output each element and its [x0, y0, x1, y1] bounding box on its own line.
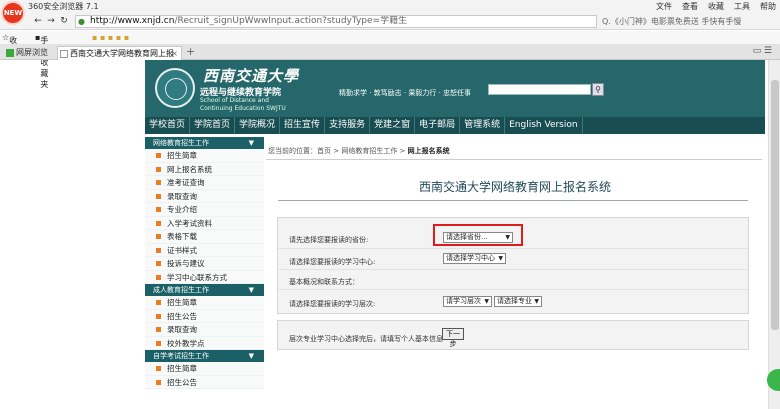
menu-favorites[interactable]: 收藏 — [708, 1, 724, 12]
breadcrumb-current: 网上报名系统 — [407, 147, 450, 155]
url-path: /Recruit_signUpWwwInput.action?studyType… — [174, 16, 408, 26]
menu-file[interactable]: 文件 — [656, 1, 672, 12]
sidebar-group-adult[interactable]: 成人教育招生工作 ▼ — [145, 284, 264, 296]
level-label: 请选择您要报读的学习层次: — [289, 300, 376, 308]
sidebar-item[interactable]: 网上报名系统 — [145, 162, 264, 176]
logo-english-line-1: School of Distance and — [200, 97, 269, 104]
nav-email[interactable]: 电子邮局 — [415, 117, 461, 134]
sidebar-group-selfstudy[interactable]: 自学考试招生工作 ▼ — [145, 350, 264, 362]
secure-icon: ● — [78, 17, 85, 26]
menu-help[interactable]: 帮助 — [760, 1, 776, 12]
refresh-icon[interactable]: ↻ — [58, 15, 70, 27]
tab-page-icon — [60, 50, 68, 58]
sidebar-item[interactable]: 录取查询 — [145, 323, 264, 337]
tab-strip: 网屏浏览 西南交通大学网络教育网上报 × + ▭ ☰ — [0, 44, 780, 60]
sidebar-item[interactable]: 招生简章 — [145, 296, 264, 310]
tab-favicon-icon — [6, 49, 14, 57]
chevron-down-icon: ▼ — [248, 139, 254, 147]
url-input[interactable]: ● http://www.xnjd.cn/Recruit_signUpWwwIn… — [75, 15, 597, 28]
nav-school-home[interactable]: 学校首页 — [145, 117, 191, 134]
address-bar: ← → ↻ ● http://www.xnjd.cn/Recruit_signU… — [0, 13, 780, 30]
province-label: 请先选择您要报读的省份: — [289, 236, 369, 244]
back-icon[interactable]: ← — [32, 15, 44, 27]
menu-bar: 文件 查看 收藏 工具 帮助 — [656, 1, 776, 12]
breadcrumb-path[interactable]: 您当前的位置：首页 > 网络教育招生工作 > — [268, 147, 405, 155]
tab-list-icon[interactable]: ▭ ☰ — [753, 46, 772, 56]
url-host: http://www.xnjd.cn — [90, 16, 175, 26]
menu-tools[interactable]: 工具 — [734, 1, 750, 12]
new-tab-icon[interactable]: + — [186, 45, 195, 58]
browser-search-input[interactable]: Q.《小门神》电影票免费送 手快有手慢 — [602, 15, 778, 28]
next-step-panel: 层次专业学习中心选择完后，请填写个人基本信息 下一步 — [277, 320, 749, 350]
sidebar-item[interactable]: 招生简章 — [145, 362, 264, 376]
folder-icons[interactable]: ▪ ▪ ▪ ▪ ▪ — [92, 33, 129, 42]
page-scrollbar[interactable] — [768, 60, 780, 409]
bookmarks-bar: ☆ 收藏 ▪ 手机收藏夹 ▪ ▪ ▪ ▪ ▪ — [0, 31, 780, 89]
sidebar-item[interactable]: 投诉与建议 — [145, 257, 264, 271]
chevron-down-icon: ▼ — [498, 255, 503, 262]
chevron-down-icon: ▼ — [534, 298, 539, 305]
nav-support[interactable]: 支持服务 — [325, 117, 371, 134]
form-row-center: 请选择您要报读的学习中心: 请选择学习中心 ▼ — [278, 249, 748, 270]
nav-overview[interactable]: 学院概况 — [235, 117, 281, 134]
chevron-down-icon: ▼ — [248, 352, 254, 360]
main-nav: 学校首页 学院首页 学院概况 招生宣传 支持服务 党建之窗 电子邮局 管理系统 … — [145, 117, 765, 134]
menu-view[interactable]: 查看 — [682, 1, 698, 12]
level-select[interactable]: 请学习层次 ▼ — [443, 296, 492, 307]
new-badge-icon[interactable]: NEW — [1, 1, 25, 25]
form-row-basic: 基本概况和联系方式： — [278, 270, 748, 290]
header-motto: 精勤求学 · 敦笃励志 · 果毅力行 · 忠恕任事 — [339, 89, 472, 97]
next-step-note: 层次专业学习中心选择完后，请填写个人基本信息 — [289, 335, 443, 343]
logo-english-line-2: Continuing Education SWJTU — [200, 105, 286, 112]
nav-party[interactable]: 党建之窗 — [370, 117, 416, 134]
app-title: 360安全浏览器 7.1 — [28, 2, 99, 11]
university-seal-icon — [155, 68, 195, 108]
sidebar-group-online[interactable]: 网络教育招生工作 ▼ — [145, 137, 264, 149]
sidebar-item[interactable]: 入学考试资料 — [145, 216, 264, 230]
sidebar-item[interactable]: 表格下载 — [145, 230, 264, 244]
tab-close-icon[interactable]: × — [171, 47, 178, 60]
next-button[interactable]: 下一步 — [442, 328, 464, 348]
page-title: 西南交通大学网络教育网上报名系统 — [418, 180, 611, 194]
chevron-down-icon: ▼ — [484, 298, 489, 305]
nav-management[interactable]: 管理系统 — [460, 117, 506, 134]
divider — [266, 159, 762, 160]
divider — [278, 200, 748, 201]
bookmark-favorites[interactable]: ☆ 收藏 — [2, 33, 17, 56]
sidebar-item[interactable]: 录取查询 — [145, 189, 264, 203]
form-row-level: 请选择您要报读的学习层次: 请学习层次 ▼ 请选择专业 ▼ — [278, 290, 748, 314]
sidebar-item[interactable]: 招生公告 — [145, 375, 264, 389]
center-label: 请选择您要报读的学习中心: — [289, 258, 376, 266]
sidebar-item[interactable]: 招生公告 — [145, 309, 264, 323]
basic-info-label: 基本概况和联系方式： — [289, 278, 359, 286]
site-search-input[interactable] — [488, 84, 591, 95]
title-bar: NEW 360安全浏览器 7.1 文件 查看 收藏 工具 帮助 — [0, 0, 780, 25]
major-select[interactable]: 请选择专业 ▼ — [494, 296, 542, 307]
center-select[interactable]: 请选择学习中心 ▼ — [443, 253, 506, 264]
sidebar-item[interactable]: 学习中心联系方式 — [145, 270, 264, 284]
sidebar-item[interactable]: 招生简章 — [145, 149, 264, 163]
site-header: 西南交通大學 远程与继续教育学院 School of Distance and … — [145, 60, 765, 117]
scroll-thumb[interactable] — [771, 80, 779, 330]
nav-english[interactable]: English Version — [505, 117, 583, 134]
magnifier-icon[interactable]: ⚲ — [592, 83, 604, 96]
sidebar: 网络教育招生工作 ▼ 招生简章 网上报名系统 准考证查询 录取查询 专业介绍 入… — [145, 137, 264, 409]
chevron-down-icon: ▼ — [248, 286, 254, 294]
nav-college-home[interactable]: 学院首页 — [190, 117, 236, 134]
highlight-annotation — [433, 224, 523, 246]
forward-icon[interactable]: → — [45, 15, 57, 27]
sidebar-item[interactable]: 校外教学点 — [145, 336, 264, 350]
bookmark-mobile[interactable]: ▪ 手机收藏夹 — [35, 33, 48, 89]
breadcrumb: 您当前的位置：首页 > 网络教育招生工作 > 网上报名系统 — [268, 146, 450, 156]
tab-netscreen[interactable]: 网屏浏览 — [4, 46, 56, 60]
sidebar-item[interactable]: 专业介绍 — [145, 203, 264, 217]
logo-script: 西南交通大學 — [203, 67, 300, 85]
tab-active[interactable]: 西南交通大学网络教育网上报 × — [57, 46, 182, 60]
sidebar-item[interactable]: 准考证查询 — [145, 176, 264, 190]
nav-admissions[interactable]: 招生宣传 — [280, 117, 326, 134]
sidebar-item[interactable]: 证书样式 — [145, 243, 264, 257]
